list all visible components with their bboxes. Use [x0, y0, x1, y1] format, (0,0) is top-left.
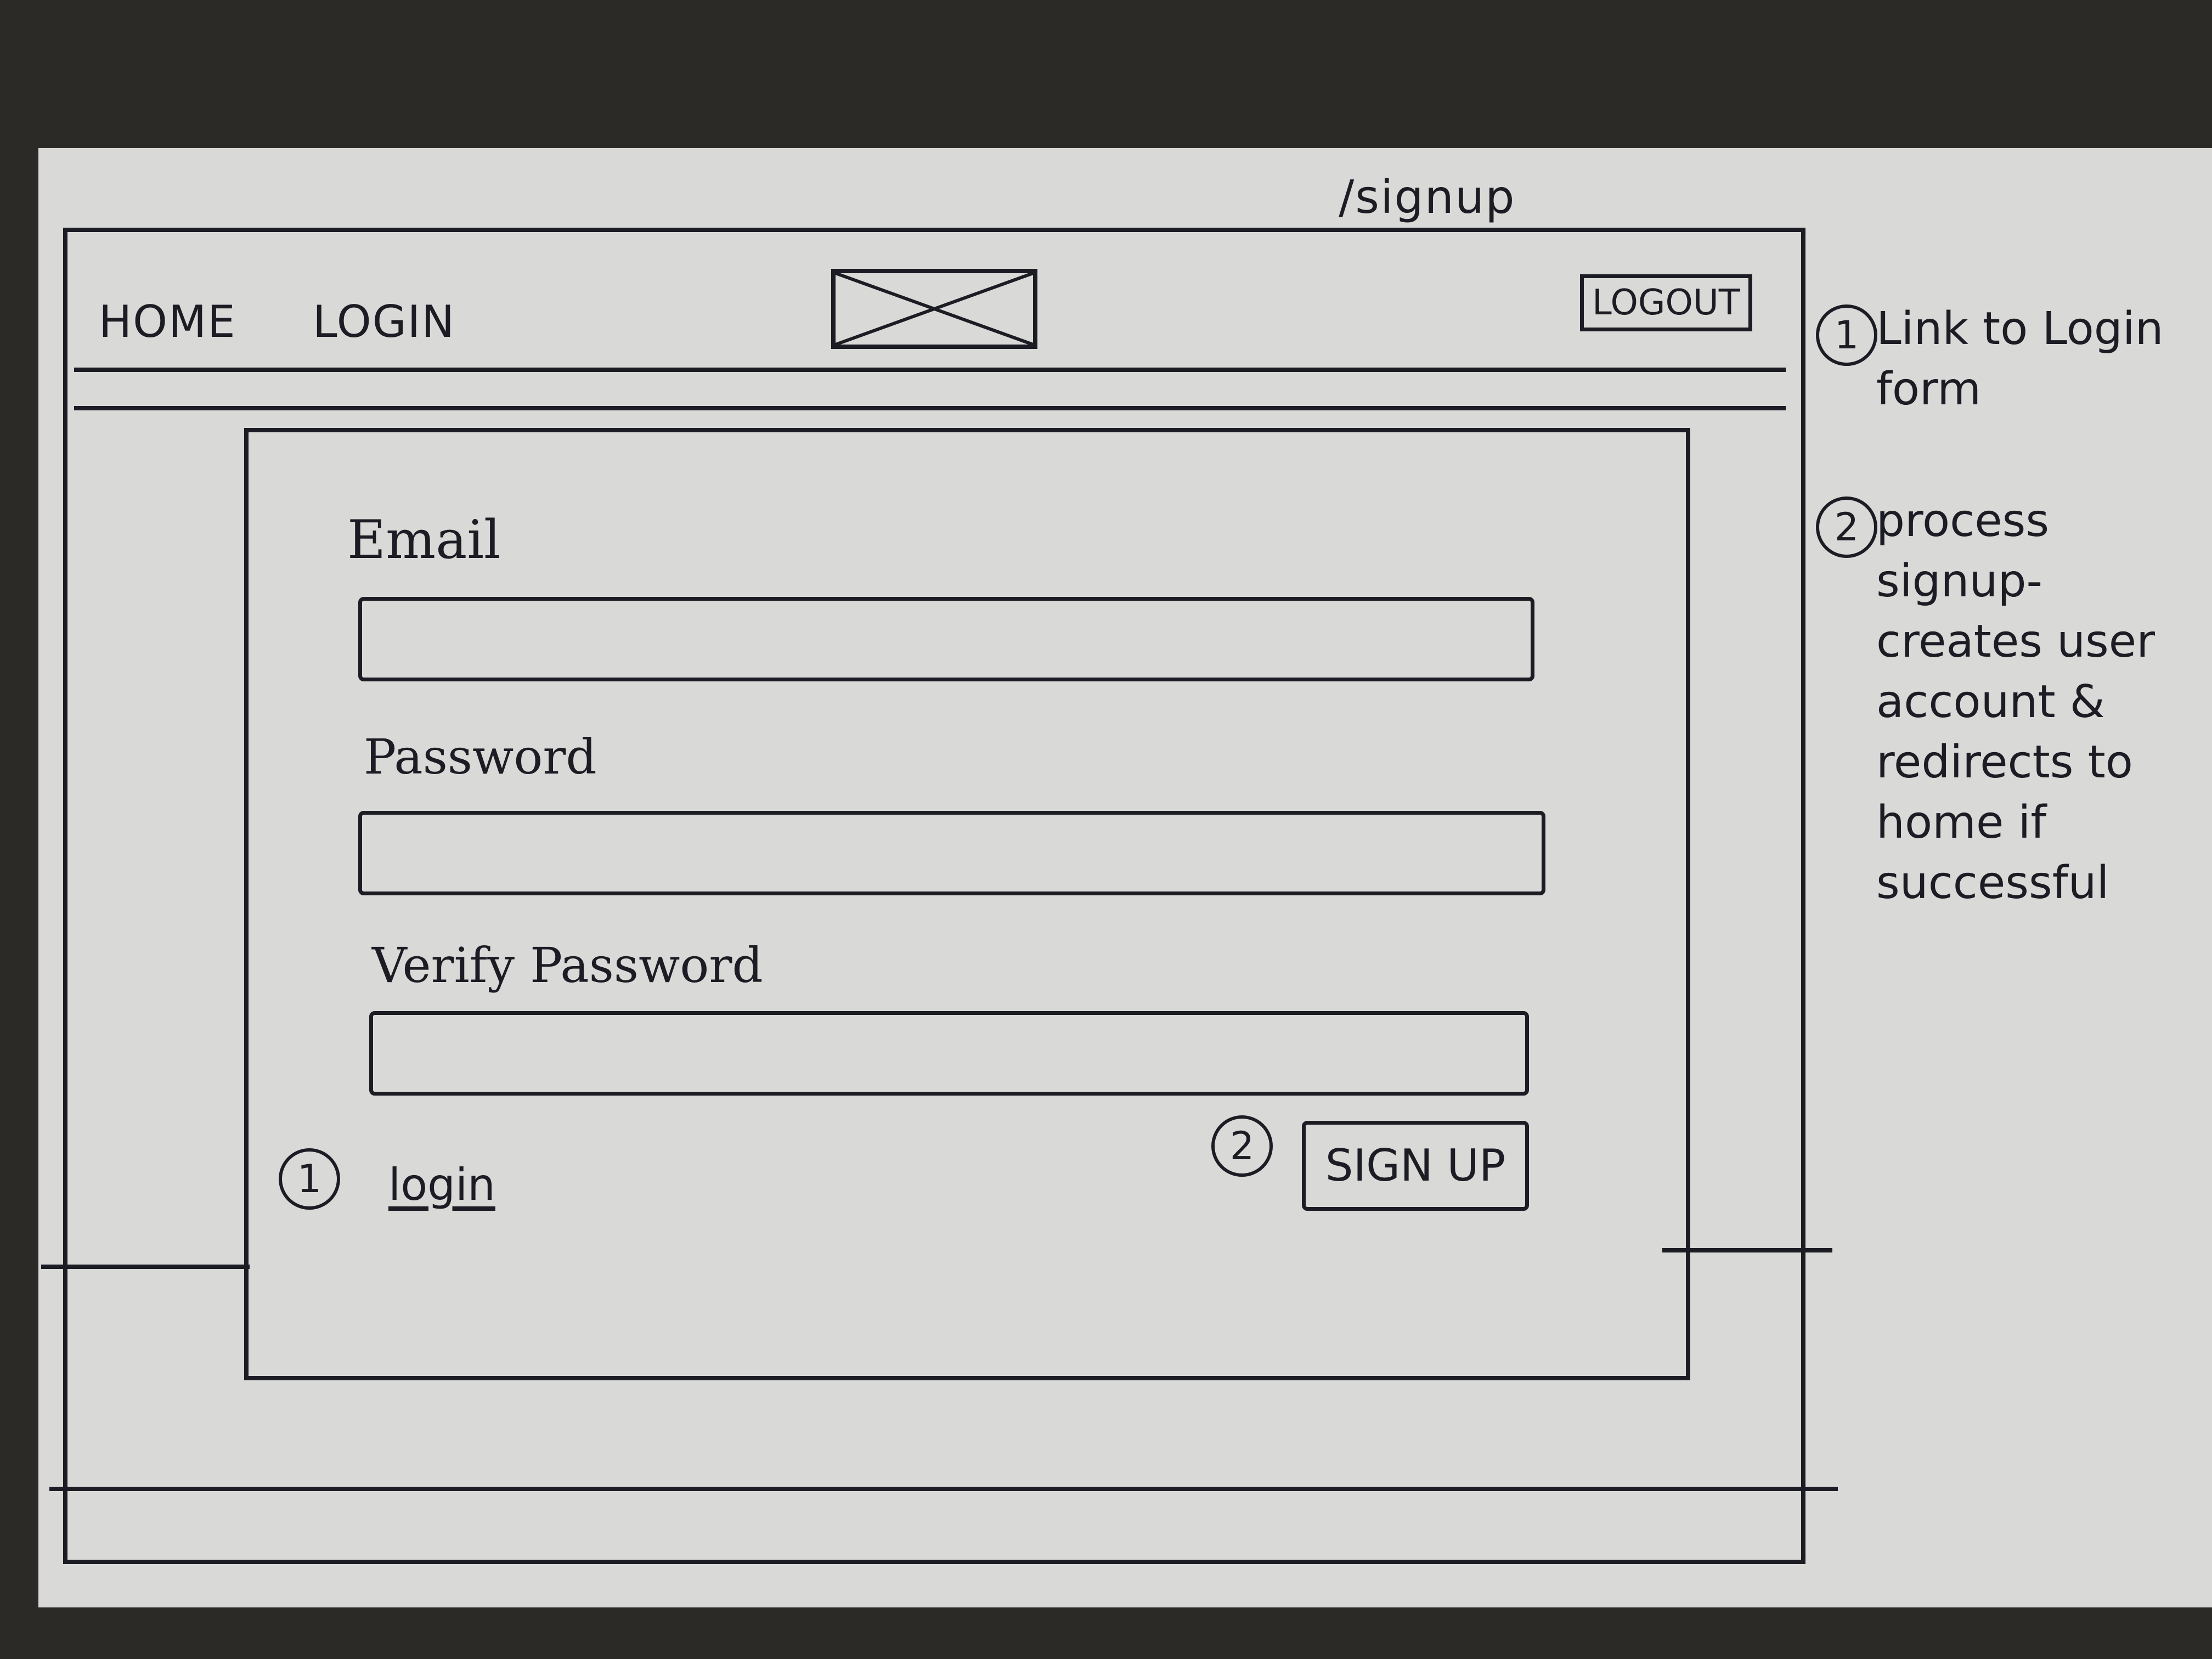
nav-home-link[interactable]: HOME [99, 296, 236, 347]
annotation-note-1: Link to Login form [1876, 303, 2164, 415]
placeholder-cross-icon [836, 273, 1033, 345]
verify-password-field[interactable] [369, 1011, 1529, 1096]
side-divider-left [41, 1265, 250, 1269]
note-marker-2: 2 [1816, 496, 1877, 558]
signup-button[interactable]: SIGN UP [1302, 1121, 1529, 1211]
login-annotation-marker: 1 [279, 1148, 340, 1210]
signup-form-card: Email Password Verify Password 1 login 2… [244, 428, 1690, 1380]
route-label: /signup [1339, 170, 1516, 224]
login-link[interactable]: login [388, 1159, 495, 1210]
nav-divider [74, 406, 1786, 410]
logo-image-placeholder [831, 269, 1037, 349]
top-nav: HOME LOGIN LOGOUT [74, 258, 1786, 372]
email-label: Email [347, 509, 501, 571]
verify-password-label: Verify Password [372, 937, 763, 994]
password-field[interactable] [358, 811, 1545, 895]
logout-button[interactable]: LOGOUT [1580, 274, 1752, 331]
email-field[interactable] [358, 597, 1534, 681]
footer-divider [49, 1487, 1838, 1491]
nav-login-link[interactable]: LOGIN [313, 296, 455, 347]
annotation-note-2: process signup-creates user account & re… [1876, 495, 2155, 909]
signup-annotation-marker: 2 [1211, 1115, 1273, 1177]
note-marker-1: 1 [1816, 304, 1877, 366]
password-label: Password [364, 729, 597, 785]
